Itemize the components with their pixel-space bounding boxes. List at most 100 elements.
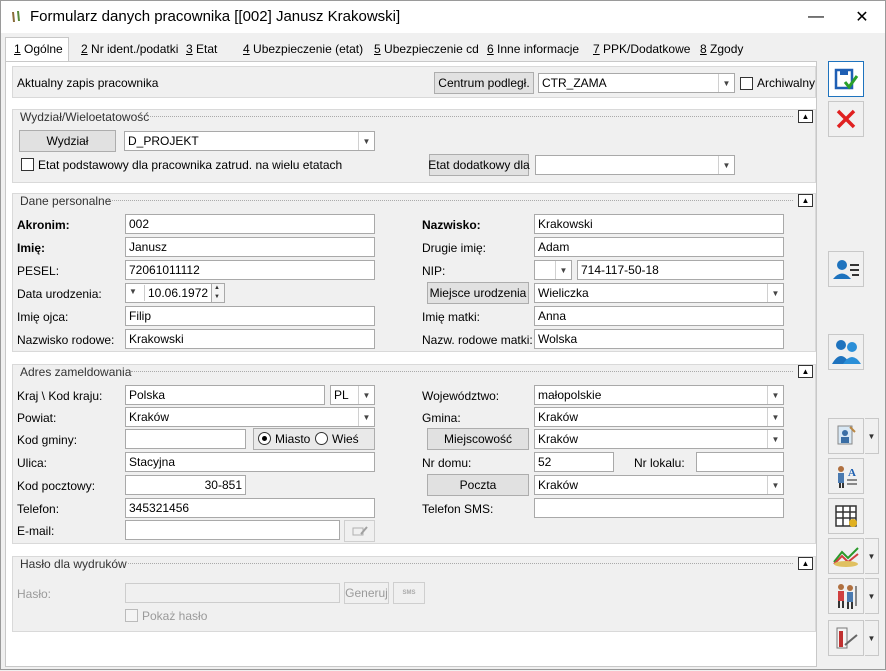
tab-ubezpieczenie-cd[interactable]: 5 Ubezpieczenie cd (374, 38, 479, 62)
centrum-select[interactable]: CTR_ZAMA ▼ (538, 73, 735, 93)
employee-card-button[interactable] (828, 251, 864, 287)
photo-button[interactable] (828, 418, 864, 454)
qualifications-button[interactable]: A (828, 458, 864, 494)
nazwisko-label: Nazwisko: (422, 218, 481, 232)
miejsce-urodzenia-button[interactable]: Miejsce urodzenia (427, 282, 529, 304)
chart-button[interactable] (828, 538, 864, 574)
chevron-down-icon: ▼ (867, 551, 876, 561)
close-button[interactable]: ✕ (839, 1, 885, 33)
wydzial-section: Wydział/Wieloetatowość ▲ Wydział D_PROJE… (12, 109, 816, 183)
tab-etat[interactable]: 3 Etat (186, 38, 217, 62)
collapse-icon[interactable]: ▲ (798, 557, 813, 570)
imie-input[interactable]: Janusz (125, 237, 375, 257)
calendar-dropdown-icon[interactable]: ▼ (129, 287, 137, 296)
imie-matki-input[interactable]: Anna (534, 306, 784, 326)
cancel-x-icon (836, 109, 856, 129)
nr-lokalu-input[interactable] (696, 452, 784, 472)
telefon-sms-input[interactable] (534, 498, 784, 518)
pesel-input[interactable]: 72061011112 (125, 260, 375, 280)
cancel-button[interactable] (828, 101, 864, 137)
tab-ppk-dodatkowe[interactable]: 7 PPK/Dodatkowe (593, 38, 690, 62)
chevron-down-icon: ▼ (767, 284, 783, 302)
nip-label: NIP: (422, 264, 446, 278)
telefon-label: Telefon: (17, 502, 60, 516)
miejsce-urodzenia-select[interactable]: Wieliczka ▼ (534, 283, 784, 303)
workers-dropdown-button[interactable]: ▼ (865, 578, 879, 614)
tab-zgody[interactable]: 8 Zgody (700, 38, 743, 62)
miejscowosc-button[interactable]: Miejscowość (427, 428, 529, 450)
envelope-pen-icon (352, 526, 368, 536)
nr-domu-input[interactable]: 52 (534, 452, 614, 472)
telefon-input[interactable]: 345321456 (125, 498, 375, 518)
wydzial-select[interactable]: D_PROJEKT ▼ (124, 131, 375, 151)
tab-ogolne[interactable]: 1 Ogólne (5, 37, 69, 62)
minimize-button[interactable]: — (793, 1, 839, 33)
nazwisko-rodowe-label: Nazwisko rodowe: (17, 333, 115, 347)
sms-button[interactable]: SMS (393, 582, 425, 604)
gmina-select[interactable]: Kraków ▼ (534, 407, 784, 427)
wies-radio[interactable] (315, 432, 328, 445)
etat-podstawowy-checkbox[interactable] (21, 158, 34, 171)
nr-domu-label: Nr domu: (422, 456, 472, 470)
haslo-input[interactable] (125, 583, 340, 603)
gmina-label: Gmina: (422, 411, 461, 425)
nip-prefix-select[interactable]: ▼ (534, 260, 572, 280)
table-button[interactable] (828, 498, 864, 534)
save-button[interactable] (828, 61, 864, 97)
poczta-select[interactable]: Kraków ▼ (534, 475, 784, 495)
family-members-button[interactable] (828, 334, 864, 370)
date-spinner[interactable]: ▲ ▼ (211, 283, 225, 303)
imie-ojca-input[interactable]: Filip (125, 306, 375, 326)
email-input[interactable] (125, 520, 340, 540)
kod-pocztowy-input[interactable]: 30-851 (125, 475, 246, 495)
kod-gminy-input[interactable] (125, 429, 246, 449)
akronim-input[interactable]: 002 (125, 214, 375, 234)
kod-gminy-label: Kod gminy: (17, 433, 78, 447)
nazwisko-rodowe-input[interactable]: Krakowski (125, 329, 375, 349)
tab-content: Aktualny zapis pracownika Centrum podleg… (5, 61, 817, 667)
chevron-down-icon: ▼ (767, 386, 783, 404)
drugie-imie-input[interactable]: Adam (534, 237, 784, 257)
chevron-down-icon: ▼ (555, 261, 571, 279)
archiwalny-checkbox[interactable] (740, 77, 753, 90)
wydzial-button[interactable]: Wydział (19, 130, 116, 152)
collapse-icon[interactable]: ▲ (798, 365, 813, 378)
pesel-label: PESEL: (17, 264, 60, 278)
miasto-radio[interactable] (258, 432, 271, 445)
tab-ubezpieczenie-etat[interactable]: 4 Ubezpieczenie (etat) (243, 38, 363, 62)
save-icon (834, 68, 859, 90)
photo-dropdown-button[interactable]: ▼ (865, 418, 879, 454)
data-urodzenia-label: Data urodzenia: (17, 287, 102, 301)
divider (148, 116, 793, 117)
etat-dodatkowy-select[interactable]: ▼ (535, 155, 735, 175)
generuj-button[interactable]: Generuj (344, 582, 389, 604)
data-urodzenia-input[interactable]: 10.06.1972 (125, 283, 225, 303)
send-email-button[interactable] (344, 520, 375, 542)
person-card-icon (833, 260, 859, 279)
powiat-select[interactable]: Kraków ▼ (125, 407, 375, 427)
nip-input[interactable]: 714-117-50-18 (577, 260, 784, 280)
wojewodztwo-select[interactable]: małopolskie ▼ (534, 385, 784, 405)
miejscowosc-select[interactable]: Kraków ▼ (534, 429, 784, 449)
ulica-input[interactable]: Stacyjna (125, 452, 375, 472)
tab-nr-ident[interactable]: 2 Nr ident./podatki (81, 38, 178, 62)
workers-button[interactable] (828, 578, 864, 614)
collapse-icon[interactable]: ▲ (798, 110, 813, 123)
personal-section-title: Dane personalne (20, 194, 112, 208)
collapse-icon[interactable]: ▲ (798, 194, 813, 207)
etat-dodatkowy-button[interactable]: Etat dodatkowy dla (428, 154, 530, 176)
kod-kraju-select[interactable]: PL ▼ (330, 385, 375, 405)
document-dropdown-button[interactable]: ▼ (865, 620, 879, 656)
kraj-label: Kraj \ Kod kraju: (17, 389, 103, 403)
tab-inne-informacje[interactable]: 6 Inne informacje (487, 38, 579, 62)
pokaz-haslo-checkbox[interactable] (125, 609, 138, 622)
etat-podstawowy-label: Etat podstawowy dla pracownika zatrud. n… (38, 158, 343, 172)
chart-dropdown-button[interactable]: ▼ (865, 538, 879, 574)
nazwisko-input[interactable]: Krakowski (534, 214, 784, 234)
centrum-button[interactable]: Centrum podległ. (434, 72, 534, 94)
pokaz-haslo-label: Pokaż hasło (142, 609, 208, 623)
poczta-button[interactable]: Poczta (427, 474, 529, 496)
nazw-rodowe-matki-input[interactable]: Wolska (534, 329, 784, 349)
kraj-input[interactable]: Polska (125, 385, 325, 405)
document-button[interactable] (828, 620, 864, 656)
